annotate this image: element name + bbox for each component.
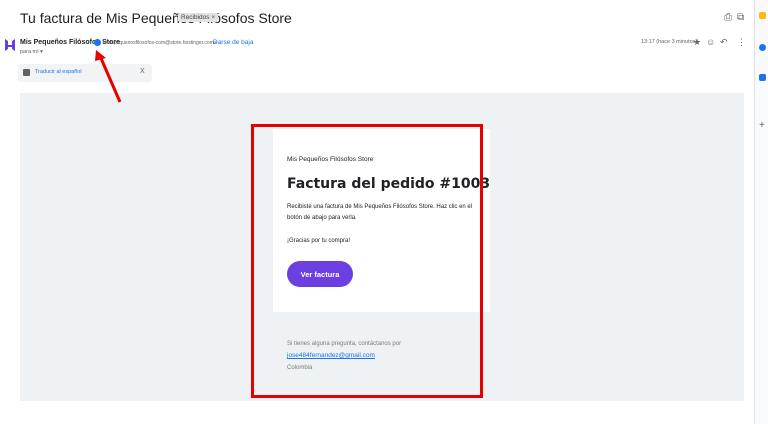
sender-email: <mispequenosfilosofos-com@store.hostinge…	[103, 40, 217, 46]
reply-icon[interactable]: ↶	[720, 37, 728, 48]
add-addon-icon[interactable]: +	[759, 121, 766, 131]
tasks-icon[interactable]	[759, 44, 766, 51]
open-in-new-icon[interactable]: ⧉	[737, 12, 744, 23]
annotation-highlight-box	[251, 124, 483, 398]
unsubscribe-link[interactable]: Darse de baja	[213, 39, 253, 46]
more-options-icon[interactable]: ⋮	[737, 37, 746, 48]
annotation-arrow	[95, 50, 122, 103]
translate-close-button[interactable]: X	[140, 68, 145, 75]
emoji-reaction-icon[interactable]: ☺	[706, 37, 715, 47]
verified-icon	[94, 39, 101, 46]
email-subject: Tu factura de Mis Pequeños Filósofos Sto…	[20, 10, 292, 26]
print-icon[interactable]: ⎙	[724, 12, 732, 23]
star-icon[interactable]: ★	[693, 37, 701, 48]
contacts-icon[interactable]	[759, 74, 766, 81]
side-panel: +	[754, 0, 768, 424]
recipient-dropdown[interactable]: para mí ▾	[20, 49, 43, 55]
inbox-label-chip[interactable]: Recibidos ×	[178, 13, 219, 22]
keep-icon[interactable]	[759, 12, 766, 19]
sender-logo-icon	[5, 39, 15, 51]
timestamp: 13:17 (hace 3 minutos)	[641, 39, 698, 45]
translate-link[interactable]: Traducir al español	[35, 69, 82, 75]
translate-icon	[23, 69, 30, 76]
